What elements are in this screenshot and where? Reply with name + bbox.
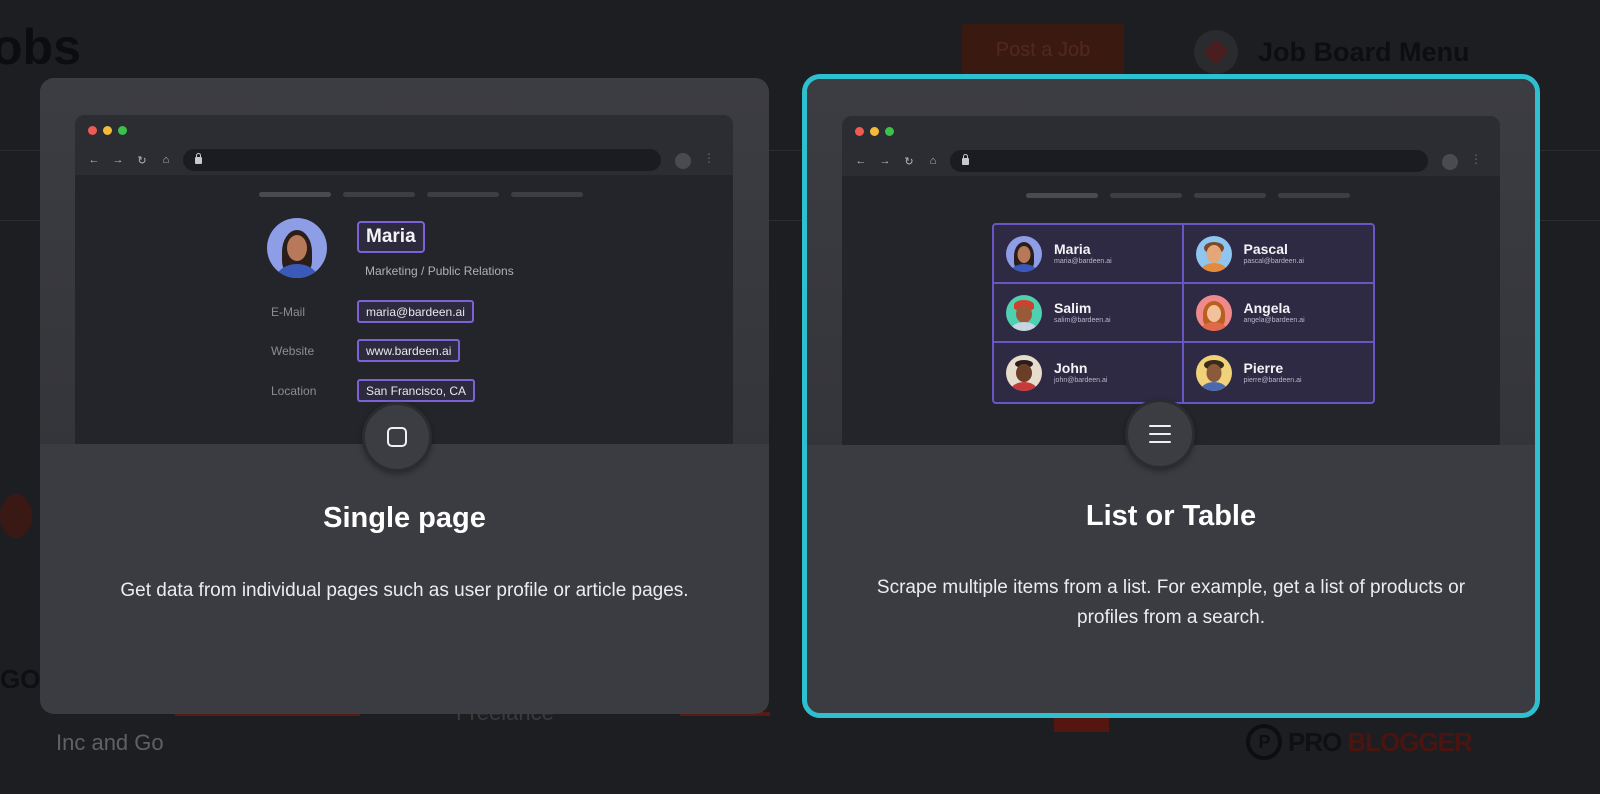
field-value-website: www.bardeen.ai	[357, 339, 461, 362]
person-email: salim@bardeen.ai	[1054, 316, 1111, 324]
lock-icon	[962, 153, 969, 165]
problogger-logo: P PRO BLOGGER	[1246, 724, 1473, 760]
avatar	[1006, 294, 1042, 331]
post-job-button: Post a Job	[962, 24, 1124, 76]
back-icon: ←	[855, 155, 867, 167]
home-icon: ⌂	[162, 154, 170, 166]
profile-icon	[675, 153, 691, 169]
list-or-table-description: Scrape multiple items from a list. For e…	[876, 577, 1466, 628]
avatar	[1195, 354, 1232, 391]
reload-icon: ↻	[904, 155, 914, 168]
list-item: Angela angela@bardeen.ai	[1183, 284, 1373, 343]
page-title: obs	[0, 19, 81, 75]
list-table-icon	[1125, 399, 1195, 469]
listing-caption: Inc and Go	[56, 730, 164, 755]
minimize-dot-icon	[870, 127, 879, 136]
kebab-menu-icon: ⋮	[1470, 152, 1482, 166]
mock-tab	[1278, 193, 1350, 198]
field-value-email: maria@bardeen.ai	[357, 300, 474, 323]
card-preview: ← → ↻ ⌂ ⋮ Maria maria@bardeen.ai Pascal …	[807, 79, 1535, 445]
lock-icon	[195, 152, 202, 164]
person-name: Maria	[1054, 240, 1091, 257]
browser-mockup: ← → ↻ ⌂ ⋮ Maria maria@bardeen.ai Pascal …	[842, 116, 1500, 445]
square-icon	[387, 427, 407, 447]
list-item: Maria maria@bardeen.ai	[994, 225, 1184, 284]
list-or-table-title: List or Table	[1085, 500, 1257, 532]
list-icon	[1149, 425, 1171, 443]
close-dot-icon	[88, 126, 97, 135]
url-bar	[950, 150, 1428, 172]
forward-icon: →	[112, 154, 124, 166]
profile-icon	[1442, 154, 1458, 170]
avatar	[1195, 235, 1232, 272]
problogger-logo-mark: P	[1246, 724, 1282, 760]
logo-text-pro: PRO	[1288, 726, 1342, 757]
profile-subtitle: Marketing / Public Relations	[365, 264, 514, 278]
field-label-email: E-Mail	[271, 305, 306, 319]
single-page-icon	[362, 402, 432, 472]
person-email: pascal@bardeen.ai	[1243, 257, 1304, 265]
list-item: John john@bardeen.ai	[994, 343, 1184, 402]
url-bar	[183, 149, 661, 171]
person-name: John	[1054, 359, 1088, 376]
single-page-option[interactable]: ← → ↻ ⌂ ⋮ Maria Marketing / Public Relat…	[40, 78, 769, 714]
browser-nav: ← → ↻ ⌂ ⋮	[75, 145, 733, 175]
mock-tabs	[259, 192, 583, 197]
list-item: Salim salim@bardeen.ai	[994, 284, 1184, 343]
forward-icon: →	[879, 155, 891, 167]
mock-tab	[1026, 193, 1098, 198]
avatar	[1195, 294, 1232, 331]
field-value-location: San Francisco, CA	[357, 379, 476, 402]
list-item: Pierre pierre@bardeen.ai	[1184, 343, 1374, 402]
people-table: Maria maria@bardeen.ai Pascal pascal@barde…	[992, 223, 1375, 404]
card-preview: ← → ↻ ⌂ ⋮ Maria Marketing / Public Relat…	[40, 78, 769, 444]
single-page-description: Get data from individual pages such as u…	[120, 580, 689, 601]
mock-tab	[511, 192, 583, 197]
person-name: Pierre	[1243, 359, 1284, 376]
list-or-table-option[interactable]: ← → ↻ ⌂ ⋮ Maria maria@bardeen.ai Pascal …	[802, 74, 1540, 718]
maximize-dot-icon	[118, 126, 127, 135]
person-email: angela@bardeen.ai	[1243, 316, 1305, 324]
browser-titlebar	[75, 115, 733, 145]
back-icon: ←	[88, 154, 100, 166]
profile-name: Maria	[357, 221, 425, 253]
tag-icon	[1194, 30, 1238, 74]
field-label-location: Location	[271, 384, 317, 398]
job-board-menu-label: Job Board Menu	[1258, 36, 1470, 67]
mock-tab	[1194, 193, 1266, 198]
single-page-title: Single page	[323, 502, 486, 534]
home-icon: ⌂	[929, 155, 937, 167]
person-name: Pascal	[1243, 240, 1288, 257]
person-email: pierre@bardeen.ai	[1243, 376, 1302, 384]
job-board-menu: Job Board Menu	[1184, 24, 1564, 80]
mock-tabs	[1026, 193, 1350, 198]
person-email: maria@bardeen.ai	[1054, 257, 1112, 265]
logo-text-blogger: BLOGGER	[1347, 726, 1472, 757]
mock-tab	[259, 192, 331, 197]
maria-avatar	[267, 218, 327, 278]
person-name: Angela	[1243, 299, 1291, 316]
person-name: Salim	[1054, 299, 1092, 316]
logo-fragment-text: GO	[0, 664, 41, 694]
person-email: john@bardeen.ai	[1054, 376, 1108, 384]
mock-tab	[343, 192, 415, 197]
minimize-dot-icon	[103, 126, 112, 135]
logo-fragment	[0, 494, 32, 538]
reload-icon: ↻	[137, 154, 147, 167]
mock-tab	[427, 192, 499, 197]
browser-nav: ← → ↻ ⌂ ⋮	[842, 146, 1500, 176]
list-item: Pascal pascal@bardeen.ai	[1183, 225, 1373, 284]
close-dot-icon	[855, 127, 864, 136]
browser-mockup: ← → ↻ ⌂ ⋮ Maria Marketing / Public Relat…	[75, 115, 733, 444]
kebab-menu-icon: ⋮	[703, 151, 715, 165]
field-label-website: Website	[271, 344, 315, 358]
maximize-dot-icon	[885, 127, 894, 136]
mock-tab	[1110, 193, 1182, 198]
avatar	[1006, 354, 1042, 391]
avatar	[1006, 235, 1042, 272]
browser-titlebar	[842, 116, 1500, 146]
